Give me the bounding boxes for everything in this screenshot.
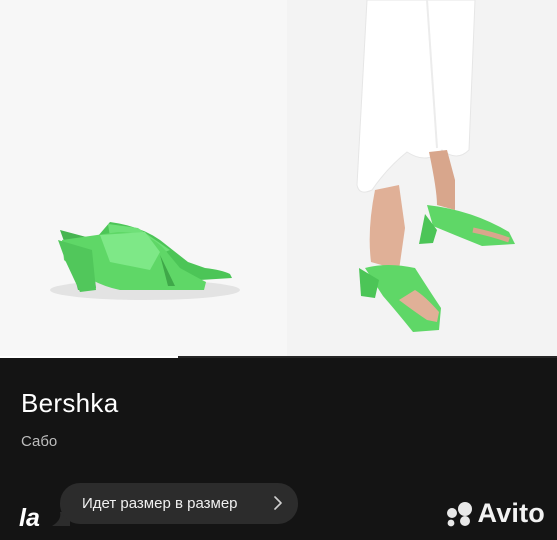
brand-title: Bershka: [21, 388, 119, 418]
product-photo-shoes[interactable]: [0, 0, 287, 358]
seller-message-text: Идет размер в размер: [82, 495, 238, 512]
listing-info: Bershka Сабо la Идет размер в размер Avi…: [0, 358, 557, 540]
image-gallery[interactable]: [0, 0, 557, 358]
category-label: Сабо: [21, 433, 58, 450]
shoes-illustration: [50, 222, 240, 300]
avito-wordmark: Avito: [477, 498, 545, 528]
avito-logo-icon: [446, 501, 472, 526]
product-photo-model[interactable]: [287, 0, 557, 358]
model-legs-illustration: [356, 0, 515, 332]
seller-avatar[interactable]: la: [19, 504, 40, 533]
seller-message-bubble[interactable]: Идет размер в размер: [60, 483, 298, 524]
avito-watermark: Avito: [444, 498, 546, 529]
chevron-right-icon: [274, 496, 282, 510]
